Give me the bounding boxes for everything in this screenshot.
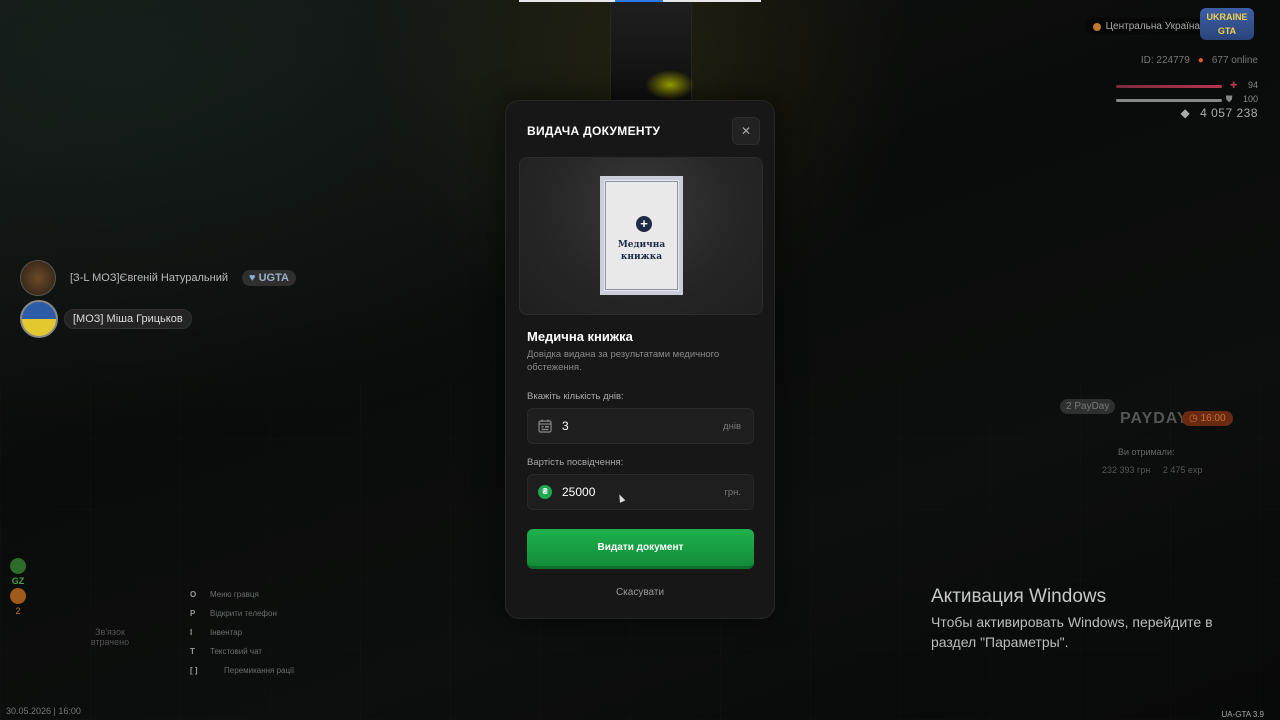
nearby-player-1: [З-L МОЗ]Євгеній Натуральний ♥ UGTA	[20, 260, 296, 296]
left-status-hud: GZ 2	[8, 556, 28, 616]
payday-title: PAYDAY	[1120, 410, 1189, 427]
shield-icon: ⛊	[1225, 94, 1233, 104]
days-field[interactable]: днів	[527, 408, 754, 444]
document-preview: + Медична книжка	[519, 157, 763, 315]
online-count: 677 online	[1211, 55, 1258, 66]
document-image-title: Медична книжка	[617, 240, 666, 262]
cost-label: Вартість посвідчення:	[527, 457, 624, 468]
armor-value: ⛊ 100	[1225, 94, 1258, 104]
status-count: 2	[15, 606, 21, 616]
plus-icon: +	[636, 216, 652, 232]
windows-activation-watermark: Активация Windows Чтобы активировать Win…	[931, 586, 1251, 652]
cost-field[interactable]: ₴ грн.	[527, 474, 754, 510]
avatar	[20, 260, 56, 296]
issue-document-button[interactable]: Видати документ	[527, 529, 754, 569]
clock-icon: ◷	[1189, 413, 1198, 424]
health-icon: ✚	[1229, 80, 1238, 90]
cost-input[interactable]	[562, 483, 702, 501]
hryvnia-coin-icon: ₴	[538, 485, 552, 499]
health-value: ✚ 94	[1229, 80, 1258, 90]
document-description: Довідка видана за результатами медичного…	[527, 349, 720, 373]
keybind-hints: O Меню гравця P Відкрити телефон I Інвентар…	[190, 590, 294, 685]
keybind-row: [ ] Перемикання рації	[190, 666, 295, 675]
money-icon: ◆	[1180, 106, 1191, 120]
health-bar	[1116, 85, 1222, 88]
online-icon: ●	[1197, 55, 1204, 66]
document-name: Медична книжка	[527, 329, 633, 344]
avatar	[20, 300, 58, 338]
cancel-button[interactable]: Скасувати	[506, 587, 774, 598]
connection-status: Зв'язок втрачено	[90, 627, 130, 647]
keybind-row: O Меню гравця	[190, 590, 259, 599]
player-id: ID: 224779	[1140, 55, 1190, 66]
player-info: ID: 224779 ● 677 online	[1141, 55, 1258, 66]
days-label: Вкажіть кількість днів:	[527, 391, 624, 402]
region-icon	[1092, 22, 1101, 31]
medical-book-image: + Медична книжка	[600, 176, 683, 295]
region-indicator: Центральна Україна	[1084, 18, 1208, 35]
activation-text: Чтобы активировать Windows, перейдите в …	[931, 614, 1213, 650]
modal-title: ВИДАЧА ДОКУМЕНТУ	[527, 124, 661, 138]
top-progress-bar	[519, 0, 761, 2]
game-version: UA-GTA 3.9	[1221, 710, 1264, 719]
issue-document-modal: ВИДАЧА ДОКУМЕНТУ ✕ + Медична книжка Меди…	[505, 100, 775, 619]
activation-heading: Активация Windows	[931, 586, 1107, 607]
close-button[interactable]: ✕	[732, 117, 760, 145]
gz-label: GZ	[11, 576, 25, 586]
server-logo: UKRAINE GTA	[1200, 8, 1254, 40]
cost-unit: грн.	[724, 487, 741, 498]
player-name: [МОЗ] Міша Грицьков	[64, 309, 192, 329]
payday-badge: 2 PayDay	[1060, 399, 1116, 414]
days-input[interactable]	[562, 417, 702, 435]
player-name: [З-L МОЗ]Євгеній Натуральний	[70, 272, 229, 284]
payday-values: 232 393 грн 2 475 exp	[1102, 465, 1203, 475]
keybind-row: P Відкрити телефон	[190, 609, 277, 618]
top-progress-segment	[615, 0, 663, 2]
calendar-icon	[538, 419, 552, 433]
keybind-row: I Інвентар	[190, 628, 243, 637]
payday-time: ◷ 16:00	[1182, 411, 1233, 426]
money-display: ◆ 4 057 238	[1181, 106, 1258, 120]
region-label: Центральна Україна	[1105, 21, 1200, 32]
player-tag: ♥ UGTA	[242, 270, 296, 286]
payday-received-label: Ви отримали:	[1118, 447, 1175, 457]
keybind-row: T Текстовий чат	[190, 647, 263, 656]
date-time: 30.05.2026 | 16:00	[6, 706, 81, 716]
status-icon	[10, 558, 26, 574]
status-icon	[10, 588, 26, 604]
money-value: 4 057 238	[1200, 106, 1258, 120]
heart-icon: ♥	[249, 272, 256, 284]
days-unit: днів	[723, 421, 741, 432]
close-icon: ✕	[740, 124, 752, 138]
armor-bar	[1116, 99, 1222, 102]
nearby-player-2: [МОЗ] Міша Грицьков	[20, 300, 192, 338]
